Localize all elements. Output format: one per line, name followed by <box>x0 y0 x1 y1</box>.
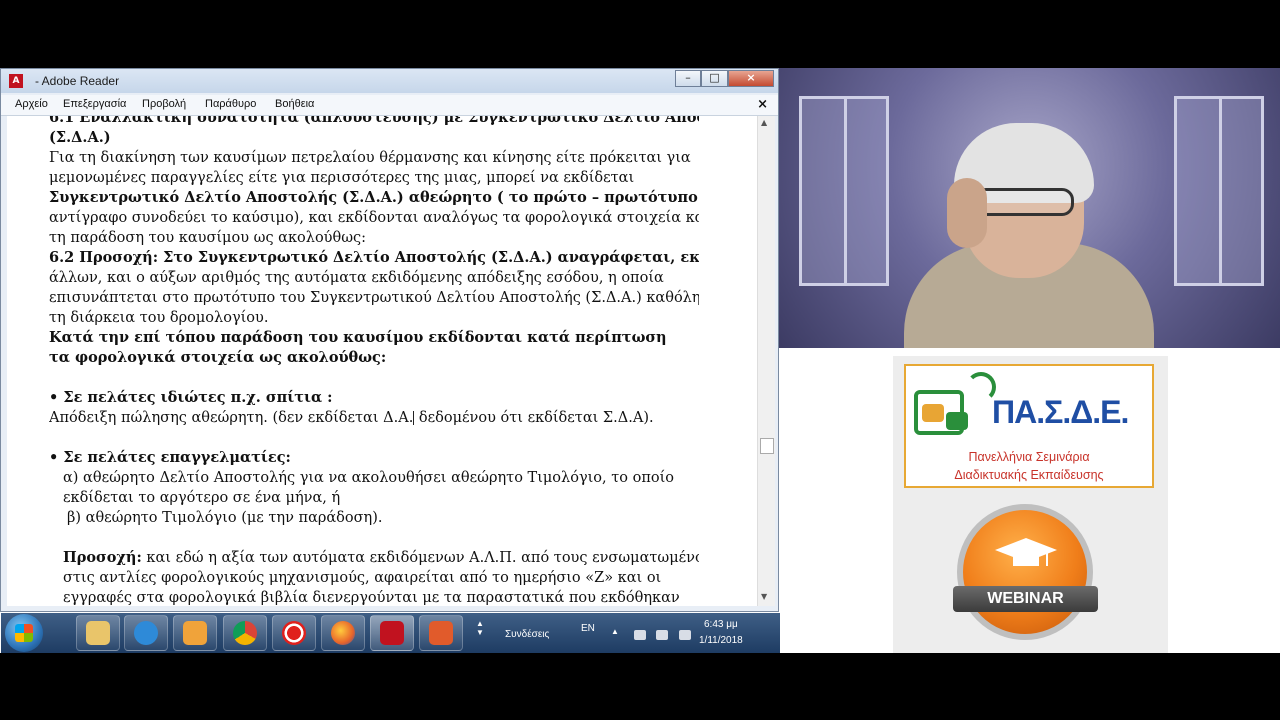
scroll-thumb[interactable] <box>760 438 774 454</box>
chrome-icon <box>233 621 257 645</box>
presenter-hand <box>947 178 987 248</box>
taskbar-presentation[interactable] <box>419 615 463 651</box>
screen-frame: A - Adobe Reader – □ × Αρχείο Επεξεργασί… <box>0 68 1280 653</box>
doc-line: Συγκεντρωτικό Δελτίο Αποστολής (Σ.Δ.Α.) … <box>49 189 698 206</box>
taskbar-chrome[interactable] <box>223 615 267 651</box>
doc-line: αντίγραφο συνοδεύει το καύσιμο), και εκδ… <box>49 210 699 226</box>
presentation-icon <box>429 621 453 645</box>
toolbar-label[interactable]: Συνδέσεις <box>505 629 549 640</box>
doc-line: επισυνάπτεται στο πρωτότυπο του Συγκεντρ… <box>49 290 699 306</box>
vertical-scrollbar[interactable]: ▲ ▼ <box>757 116 775 606</box>
taskbar-record[interactable] <box>272 615 316 651</box>
doc-line-part: δεδομένου ότι εκδίδεται Σ.Δ.Α). <box>418 410 654 426</box>
doc-line: στις αντλίες φορολογικούς μηχανισμούς, α… <box>63 570 662 586</box>
menu-edit[interactable]: Επεξεργασία <box>63 98 126 110</box>
pasde-logo-card: ΠΑ.Σ.Δ.Ε. Πανελλήνια Σεμινάρια Διαδικτυα… <box>893 356 1168 653</box>
document-page[interactable]: 6.1 Εναλλακτική δυνατότητα (απλουστευσης… <box>7 116 757 606</box>
doc-line: εγγραφές στα φορολογικά βιβλία διενεργού… <box>63 590 680 606</box>
taskbar: ▲ ▼ Συνδέσεις EN ▲ 6:43 μμ 1/11/2018 <box>1 613 780 653</box>
language-indicator[interactable]: EN <box>581 623 595 634</box>
doc-line-part: και εδώ η αξία των αυτόματα εκδιδόμενων … <box>146 550 699 566</box>
minimize-button[interactable]: – <box>675 70 701 87</box>
chat-bubble-icon <box>922 404 944 422</box>
studio-backdrop-panel <box>1174 96 1264 286</box>
doc-line-part: Προσοχή: <box>63 549 142 566</box>
doc-line: Κατά την επί τόπου παράδοση του καυσίμου… <box>49 329 667 346</box>
volume-muted-icon[interactable] <box>679 630 691 640</box>
doc-line: 6.1 Εναλλακτική δυνατότητα (απλουστευσης… <box>49 116 699 126</box>
tray-expand-icon[interactable]: ▲ <box>611 627 619 636</box>
doc-line: (Σ.Δ.Α.) <box>49 129 111 146</box>
menu-file[interactable]: Αρχείο <box>15 98 48 110</box>
taskbar-explorer[interactable] <box>76 615 120 651</box>
acrobat-icon <box>380 621 404 645</box>
doc-line: Απόδειξη πώλησης αθεώρητη. (δεν εκδίδετα… <box>49 408 699 428</box>
doc-line: • Σε πελάτες επαγγελματίες: <box>49 449 291 466</box>
taskbar-ie[interactable] <box>124 615 168 651</box>
maximize-button[interactable]: □ <box>701 70 728 87</box>
doc-line: α) αθεώρητο Δελτίο Αποστολής για να ακολ… <box>63 470 675 486</box>
text-cursor-icon <box>413 411 415 425</box>
pasde-brand: ΠΑ.Σ.Δ.Ε. <box>992 394 1129 430</box>
doc-line-part: Απόδειξη πώλησης αθεώρητη. (δεν εκδίδετα… <box>49 410 414 426</box>
doc-line: 6.2 Προσοχή: Στο Συγκεντρωτικό Δελτίο Απ… <box>49 249 699 266</box>
graduation-cap-icon <box>995 538 1057 566</box>
scroll-down-icon[interactable]: ▼ <box>761 592 767 601</box>
pasde-logo: ΠΑ.Σ.Δ.Ε. Πανελλήνια Σεμινάρια Διαδικτυα… <box>904 364 1154 488</box>
start-button[interactable] <box>5 614 43 652</box>
clock-time: 6:43 μμ <box>703 619 738 630</box>
studio-backdrop-panel <box>799 96 889 286</box>
title-bar[interactable]: A - Adobe Reader – □ × <box>1 69 778 93</box>
webinar-label: WEBINAR <box>953 586 1098 612</box>
explorer-icon <box>86 621 110 645</box>
chat-bubble-icon <box>946 412 968 430</box>
doc-line: Προσοχή: και εδώ η αξία των αυτόματα εκδ… <box>49 548 699 568</box>
taskbar-firefox[interactable] <box>321 615 365 651</box>
clock-date: 1/11/2018 <box>699 635 743 646</box>
pasde-subtitle-1: Πανελλήνια Σεμινάρια <box>968 450 1090 464</box>
window-title: - Adobe Reader <box>35 74 120 88</box>
webinar-badge: WEBINAR <box>953 504 1098 640</box>
menu-help[interactable]: Βοήθεια <box>275 98 314 110</box>
system-clock[interactable]: 6:43 μμ 1/11/2018 <box>699 617 743 649</box>
scroll-up-icon[interactable]: ▲ <box>761 118 767 127</box>
doc-line: εκδίδεται το αργότερο σε ένα μήνα, ή <box>63 490 341 506</box>
presenter-glasses <box>974 188 1074 216</box>
doc-line: μεμονωμένες παραγγελίες είτε για περισσό… <box>49 170 635 186</box>
menu-window[interactable]: Παράθυρο <box>205 98 256 110</box>
pasde-subtitle-2: Διαδικτυακής Εκπαίδευσης <box>954 468 1104 482</box>
menu-bar: Αρχείο Επεξεργασία Προβολή Παράθυρο Βοήθ… <box>1 95 778 116</box>
firefox-icon <box>331 621 355 645</box>
toolbar-chevron-icon[interactable]: ▲ ▼ <box>476 619 484 637</box>
presenter-video <box>779 68 1280 348</box>
record-icon <box>282 621 306 645</box>
document-text: 6.1 Εναλλακτική δυνατότητα (απλουστευσης… <box>49 116 699 606</box>
doc-line: τα φορολογικά στοιχεία ως ακολούθως: <box>49 349 387 366</box>
doc-line: τη παράδοση του καυσίμου ως ακολούθως: <box>49 230 367 246</box>
adobe-reader-icon: A <box>9 74 23 88</box>
network-icon[interactable] <box>656 630 668 640</box>
taskbar-media[interactable] <box>173 615 217 651</box>
document-close-button[interactable]: × <box>757 97 768 112</box>
doc-line: τη διάρκεια του δρομολογίου. <box>49 310 269 326</box>
doc-line: β) αθεώρητο Τιμολόγιο (με την παράδοση). <box>67 510 383 526</box>
doc-line: άλλων, και ο αύξων αριθμός της αυτόματα … <box>49 270 664 286</box>
media-player-icon <box>183 621 207 645</box>
close-button[interactable]: × <box>728 70 774 87</box>
adobe-reader-window: A - Adobe Reader – □ × Αρχείο Επεξεργασί… <box>0 68 780 653</box>
doc-line: Για τη διακίνηση των καυσίμων πετρελαίου… <box>49 150 691 166</box>
internet-explorer-icon <box>134 621 158 645</box>
action-center-icon[interactable] <box>634 630 646 640</box>
taskbar-acrobat[interactable] <box>370 615 414 651</box>
doc-line: • Σε πελάτες ιδιώτες π.χ. σπίτια : <box>49 389 333 406</box>
menu-view[interactable]: Προβολή <box>142 98 186 110</box>
